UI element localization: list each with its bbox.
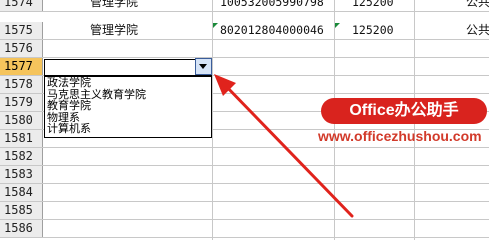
- cell-category[interactable]: 公共: [466, 0, 489, 11]
- row-header[interactable]: 1586: [0, 220, 43, 237]
- row-header-active[interactable]: 1577: [0, 58, 43, 75]
- dropdown-option[interactable]: 计算机系: [45, 123, 211, 135]
- error-indicator-icon: [335, 23, 340, 28]
- watermark-badge: Office办公助手: [321, 98, 487, 124]
- error-indicator-icon: [213, 23, 218, 28]
- cell-account[interactable]: 100532005990798: [220, 0, 324, 11]
- row-header[interactable]: 1580: [0, 112, 43, 129]
- cell-college[interactable]: 管理学院: [90, 0, 138, 11]
- row-header[interactable]: 1585: [0, 202, 43, 219]
- cell-college[interactable]: 管理学院: [90, 22, 138, 39]
- table-row[interactable]: 1586: [0, 220, 489, 238]
- dropdown-option[interactable]: 政法学院: [45, 77, 211, 89]
- row-header[interactable]: 1575: [0, 22, 43, 39]
- table-row[interactable]: 1575 管理学院 802012804000046 125200 公共: [0, 22, 489, 40]
- table-row[interactable]: 1576: [0, 40, 489, 58]
- active-cell-dropdown[interactable]: [44, 59, 212, 76]
- table-row[interactable]: 1584: [0, 184, 489, 202]
- cell-account[interactable]: 802012804000046: [220, 22, 324, 39]
- row-header[interactable]: 1583: [0, 166, 43, 183]
- cell-code[interactable]: 125200: [352, 0, 394, 11]
- cell-code[interactable]: 125200: [352, 22, 394, 39]
- watermark-url: www.officezhushou.com: [318, 128, 482, 144]
- dropdown-list[interactable]: 政法学院 马克思主义教育学院 教育学院 物理系 计算机系: [44, 76, 212, 138]
- row-header[interactable]: 1584: [0, 184, 43, 201]
- table-row[interactable]: 1582: [0, 148, 489, 166]
- table-row[interactable]: 1585: [0, 202, 489, 220]
- row-header[interactable]: 1582: [0, 148, 43, 165]
- dropdown-option[interactable]: 教育学院: [45, 100, 211, 112]
- table-row[interactable]: 1574 管理学院 100532005990798 125200 公共: [0, 0, 489, 12]
- row-header[interactable]: 1579: [0, 94, 43, 111]
- table-row[interactable]: 1583: [0, 166, 489, 184]
- dropdown-button[interactable]: [195, 58, 212, 75]
- cell-category[interactable]: 公共: [466, 22, 489, 39]
- chevron-down-icon: [199, 64, 207, 69]
- row-header[interactable]: 1576: [0, 40, 43, 57]
- row-header[interactable]: 1581: [0, 130, 43, 147]
- row-header[interactable]: 1578: [0, 76, 43, 93]
- row-header[interactable]: 1574: [0, 0, 43, 11]
